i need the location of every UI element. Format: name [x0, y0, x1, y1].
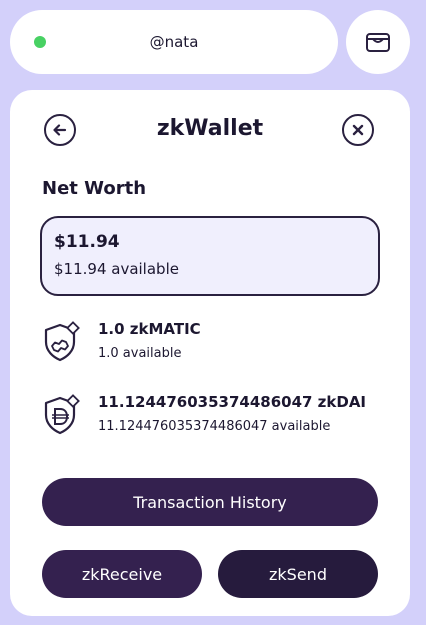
token-available: 11.124476035374486047 available — [98, 419, 331, 434]
close-button[interactable] — [342, 114, 374, 146]
token-row-zkdai[interactable]: 11.124476035374486047 zkDAI 11.124476035… — [40, 393, 390, 441]
transaction-history-button[interactable]: Transaction History — [42, 478, 378, 526]
matic-shield-icon — [44, 321, 80, 362]
token-name: 11.124476035374486047 zkDAI — [98, 393, 367, 411]
token-available: 1.0 available — [98, 346, 182, 361]
dai-shield-icon — [44, 394, 80, 435]
username: @nata — [149, 33, 199, 51]
token-name: 1.0 zkMATIC — [98, 320, 201, 338]
net-worth-available: $11.94 available — [54, 260, 179, 278]
account-bar[interactable]: @nata — [10, 10, 338, 74]
wallet-icon — [366, 33, 390, 52]
close-icon — [352, 124, 364, 136]
zkreceive-button[interactable]: zkReceive — [42, 550, 202, 598]
wallet-button[interactable] — [346, 10, 410, 74]
token-row-zkmatic[interactable]: 1.0 zkMATIC 1.0 available — [40, 320, 390, 368]
net-worth-card[interactable]: $11.94 $11.94 available — [40, 216, 380, 296]
connection-status-dot — [34, 36, 46, 48]
net-worth-heading: Net Worth — [42, 178, 147, 199]
wallet-panel: zkWallet Net Worth $11.94 $11.94 availab… — [10, 90, 410, 616]
zksend-button[interactable]: zkSend — [218, 550, 378, 598]
net-worth-amount: $11.94 — [54, 232, 120, 252]
